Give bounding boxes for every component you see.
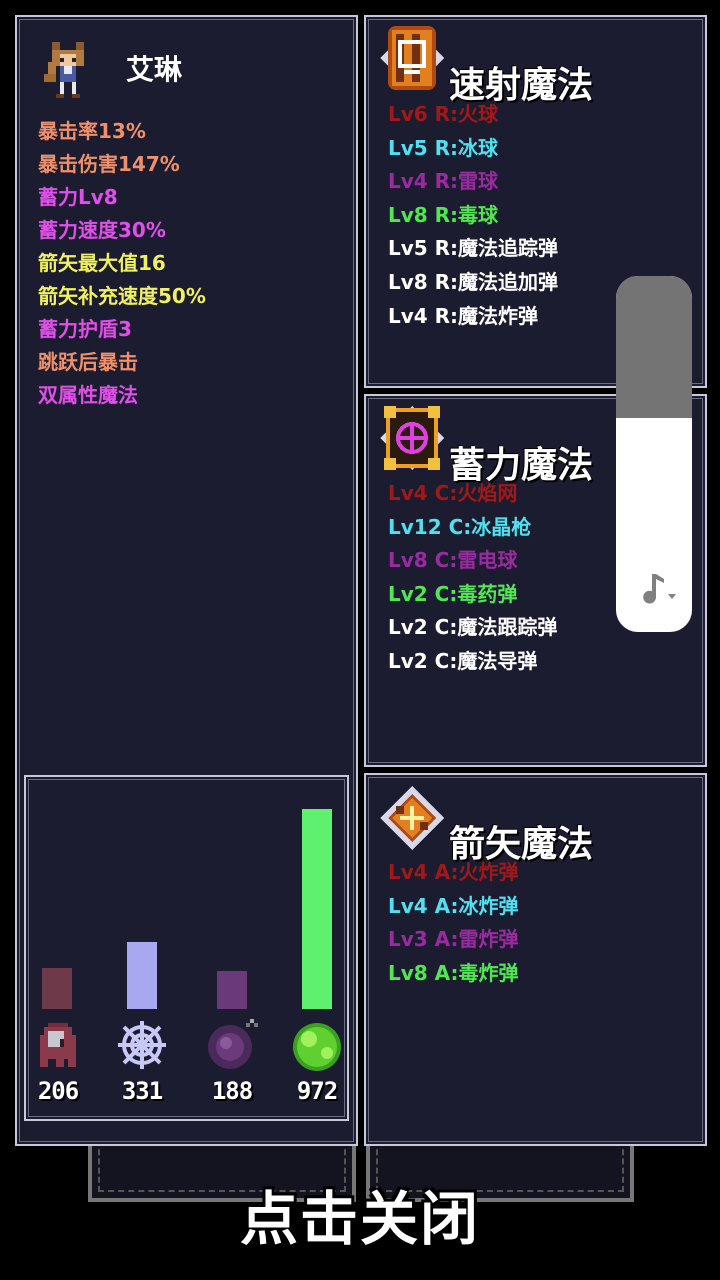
charge-spell-list: Lv4 C:火焰网 Lv12 C:冰晶枪 Lv8 C:雷电球 Lv2 C:毒药弹… bbox=[388, 477, 557, 679]
resource-bar-poison bbox=[302, 809, 332, 1009]
stat-line: 暴击伤害147% bbox=[38, 152, 180, 176]
character-name: 艾琳 bbox=[126, 53, 183, 86]
spell-entry: Lv4 R:魔法炸弹 bbox=[388, 303, 539, 328]
resource-value-poison: 972 bbox=[296, 1077, 338, 1105]
close-prompt-button[interactable]: 点击关闭 bbox=[0, 1172, 720, 1256]
resource-panel: 206 331 188 972 bbox=[24, 775, 349, 1121]
resource-bar-ice bbox=[127, 942, 157, 1009]
spell-entry: Lv8 R:魔法追加弹 bbox=[388, 269, 559, 294]
thunder-orb-icon bbox=[208, 1019, 258, 1069]
stat-line: 跳跃后暴击 bbox=[38, 350, 138, 374]
spell-entry: Lv4 A:火炸弹 bbox=[388, 860, 519, 884]
resource-bar-thunder bbox=[217, 971, 247, 1009]
poison-slime-icon bbox=[293, 1023, 341, 1071]
stat-line: 蓄力护盾3 bbox=[38, 317, 132, 341]
stat-line: 箭矢最大值16 bbox=[38, 251, 166, 275]
character-portrait bbox=[44, 42, 84, 98]
resource-value-fire: 206 bbox=[37, 1077, 79, 1105]
spell-entry: Lv3 A:雷炸弹 bbox=[388, 927, 519, 952]
resource-bar-fire bbox=[42, 968, 72, 1009]
resource-bars bbox=[26, 807, 351, 1009]
stat-line: 蓄力Lv8 bbox=[38, 185, 118, 209]
charge-crosshair-icon bbox=[380, 406, 444, 470]
spell-entry: Lv2 C:魔法跟踪弹 bbox=[388, 615, 558, 640]
arrow-cross-icon bbox=[380, 786, 444, 850]
spell-entry: Lv8 R:毒球 bbox=[388, 202, 499, 227]
spell-entry: Lv8 C:雷电球 bbox=[388, 548, 518, 573]
arrow-spell-list: Lv4 A:火炸弹 Lv4 A:冰炸弹 Lv3 A:雷炸弹 Lv8 A:毒炸弹 bbox=[388, 856, 519, 990]
stat-line: 蓄力速度30% bbox=[38, 218, 166, 242]
stat-line: 箭矢补充速度50% bbox=[38, 284, 206, 308]
snowflake-icon bbox=[118, 1021, 166, 1069]
resource-value-ice: 331 bbox=[121, 1077, 163, 1105]
rapid-fire-scroll-icon bbox=[380, 26, 444, 90]
spell-entry: Lv5 R:冰球 bbox=[388, 135, 499, 160]
rapid-spell-list: Lv6 R:火球 Lv5 R:冰球 Lv4 R:雷球 Lv8 R:毒球 Lv5 … bbox=[388, 98, 558, 333]
fire-ghost-icon bbox=[40, 1023, 76, 1067]
spell-entry: Lv4 A:冰炸弹 bbox=[388, 893, 519, 918]
spell-entry: Lv4 C:火焰网 bbox=[388, 481, 518, 505]
spell-entry: Lv6 R:火球 bbox=[388, 102, 499, 126]
stat-line: 暴击率13% bbox=[38, 119, 146, 143]
character-stats: 暴击率13% 暴击伤害147% 蓄力Lv8 蓄力速度30% 箭矢最大值16 箭矢… bbox=[38, 115, 206, 412]
volume-slider-track bbox=[616, 276, 692, 418]
spell-entry: Lv4 R:雷球 bbox=[388, 169, 499, 194]
stat-line: 双属性魔法 bbox=[38, 383, 138, 407]
resource-value-thunder: 188 bbox=[211, 1077, 253, 1105]
spell-entry: Lv12 C:冰晶枪 bbox=[388, 514, 532, 539]
music-note-icon bbox=[643, 574, 676, 604]
spell-entry: Lv5 R:魔法追踪弹 bbox=[388, 236, 559, 261]
spell-entry: Lv2 C:毒药弹 bbox=[388, 581, 518, 606]
spell-entry: Lv2 C:魔法导弹 bbox=[388, 648, 538, 673]
spell-entry: Lv8 A:毒炸弹 bbox=[388, 960, 519, 985]
